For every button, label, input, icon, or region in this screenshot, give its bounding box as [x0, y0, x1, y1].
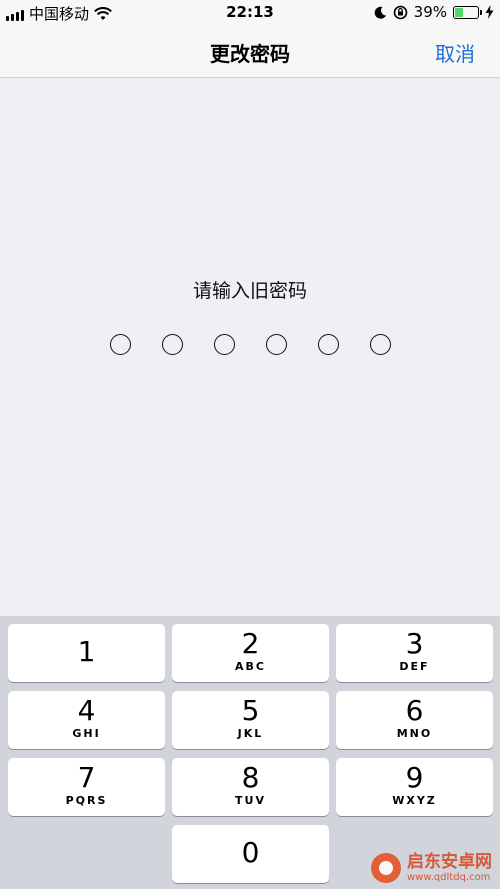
key-letters: MNO	[396, 727, 433, 740]
key-2[interactable]: 2 ABC	[172, 624, 329, 682]
key-0[interactable]: 0	[172, 825, 329, 883]
key-digit: 2	[241, 627, 260, 660]
battery-icon	[453, 5, 482, 19]
page-title: 更改密码	[210, 42, 290, 66]
key-4[interactable]: 4 GHI	[8, 691, 165, 749]
key-3[interactable]: 3 DEF	[336, 624, 493, 682]
key-1[interactable]: 1	[8, 624, 165, 682]
signal-strength-icon	[6, 7, 24, 21]
passcode-dot	[213, 334, 235, 355]
key-digit: 1	[77, 635, 96, 668]
key-letters: ABC	[235, 660, 266, 673]
passcode-prompt: 请输入旧密码	[192, 280, 307, 302]
rotation-lock-icon	[393, 5, 407, 19]
key-digit: 6	[405, 694, 424, 727]
key-letters: JKL	[237, 727, 264, 740]
passcode-dot	[317, 334, 339, 355]
carrier-name: 中国移动	[29, 5, 90, 23]
do-not-disturb-moon-icon	[374, 6, 386, 19]
key-9[interactable]: 9 WXYZ	[336, 758, 493, 816]
passcode-dot	[161, 334, 183, 355]
numeric-keypad: 1 2 ABC 3 DEF 4 GHI 5 JKL 6 MNO 7 PQRS 8 TUV 9 WXYZ 0	[0, 616, 500, 889]
passcode-dot	[109, 334, 131, 355]
key-letters: PQRS	[65, 794, 108, 807]
key-5[interactable]: 5 JKL	[172, 691, 329, 749]
key-8[interactable]: 8 TUV	[172, 758, 329, 816]
navigation-bar: 更改密码 取消	[0, 26, 500, 78]
key-digit: 4	[77, 694, 96, 727]
key-6[interactable]: 6 MNO	[336, 691, 493, 749]
watermark-text: 启东安卓网 www.qdltdq.com	[407, 853, 492, 883]
key-digit: 7	[77, 761, 96, 794]
key-digit: 5	[241, 694, 260, 727]
watermark: 启东安卓网 www.qdltdq.com	[371, 853, 492, 883]
key-digit: 9	[405, 761, 424, 794]
key-7[interactable]: 7 PQRS	[8, 758, 165, 816]
status-right: 39%	[374, 3, 494, 21]
key-digit: 8	[241, 761, 260, 794]
watermark-name: 启东安卓网	[407, 852, 492, 873]
key-letters: GHI	[72, 727, 101, 740]
watermark-url: www.qdltdq.com	[407, 871, 491, 883]
cancel-button[interactable]: 取消	[435, 38, 475, 67]
watermark-logo-icon	[371, 853, 401, 883]
key-letters: WXYZ	[392, 794, 437, 807]
status-left: 中国移动	[6, 3, 112, 24]
key-letters: DEF	[399, 660, 430, 673]
key-letters: TUV	[235, 794, 266, 807]
battery-fill	[455, 7, 464, 17]
battery-percent: 39%	[413, 3, 447, 21]
status-bar: 中国移动 22:13 39%	[0, 0, 500, 26]
passcode-dot	[265, 334, 287, 355]
passcode-dots	[0, 334, 500, 360]
wifi-icon	[94, 6, 112, 20]
key-digit: 0	[241, 836, 260, 869]
passcode-dot	[369, 334, 391, 355]
key-digit: 3	[405, 627, 424, 660]
charging-bolt-icon	[485, 5, 494, 19]
